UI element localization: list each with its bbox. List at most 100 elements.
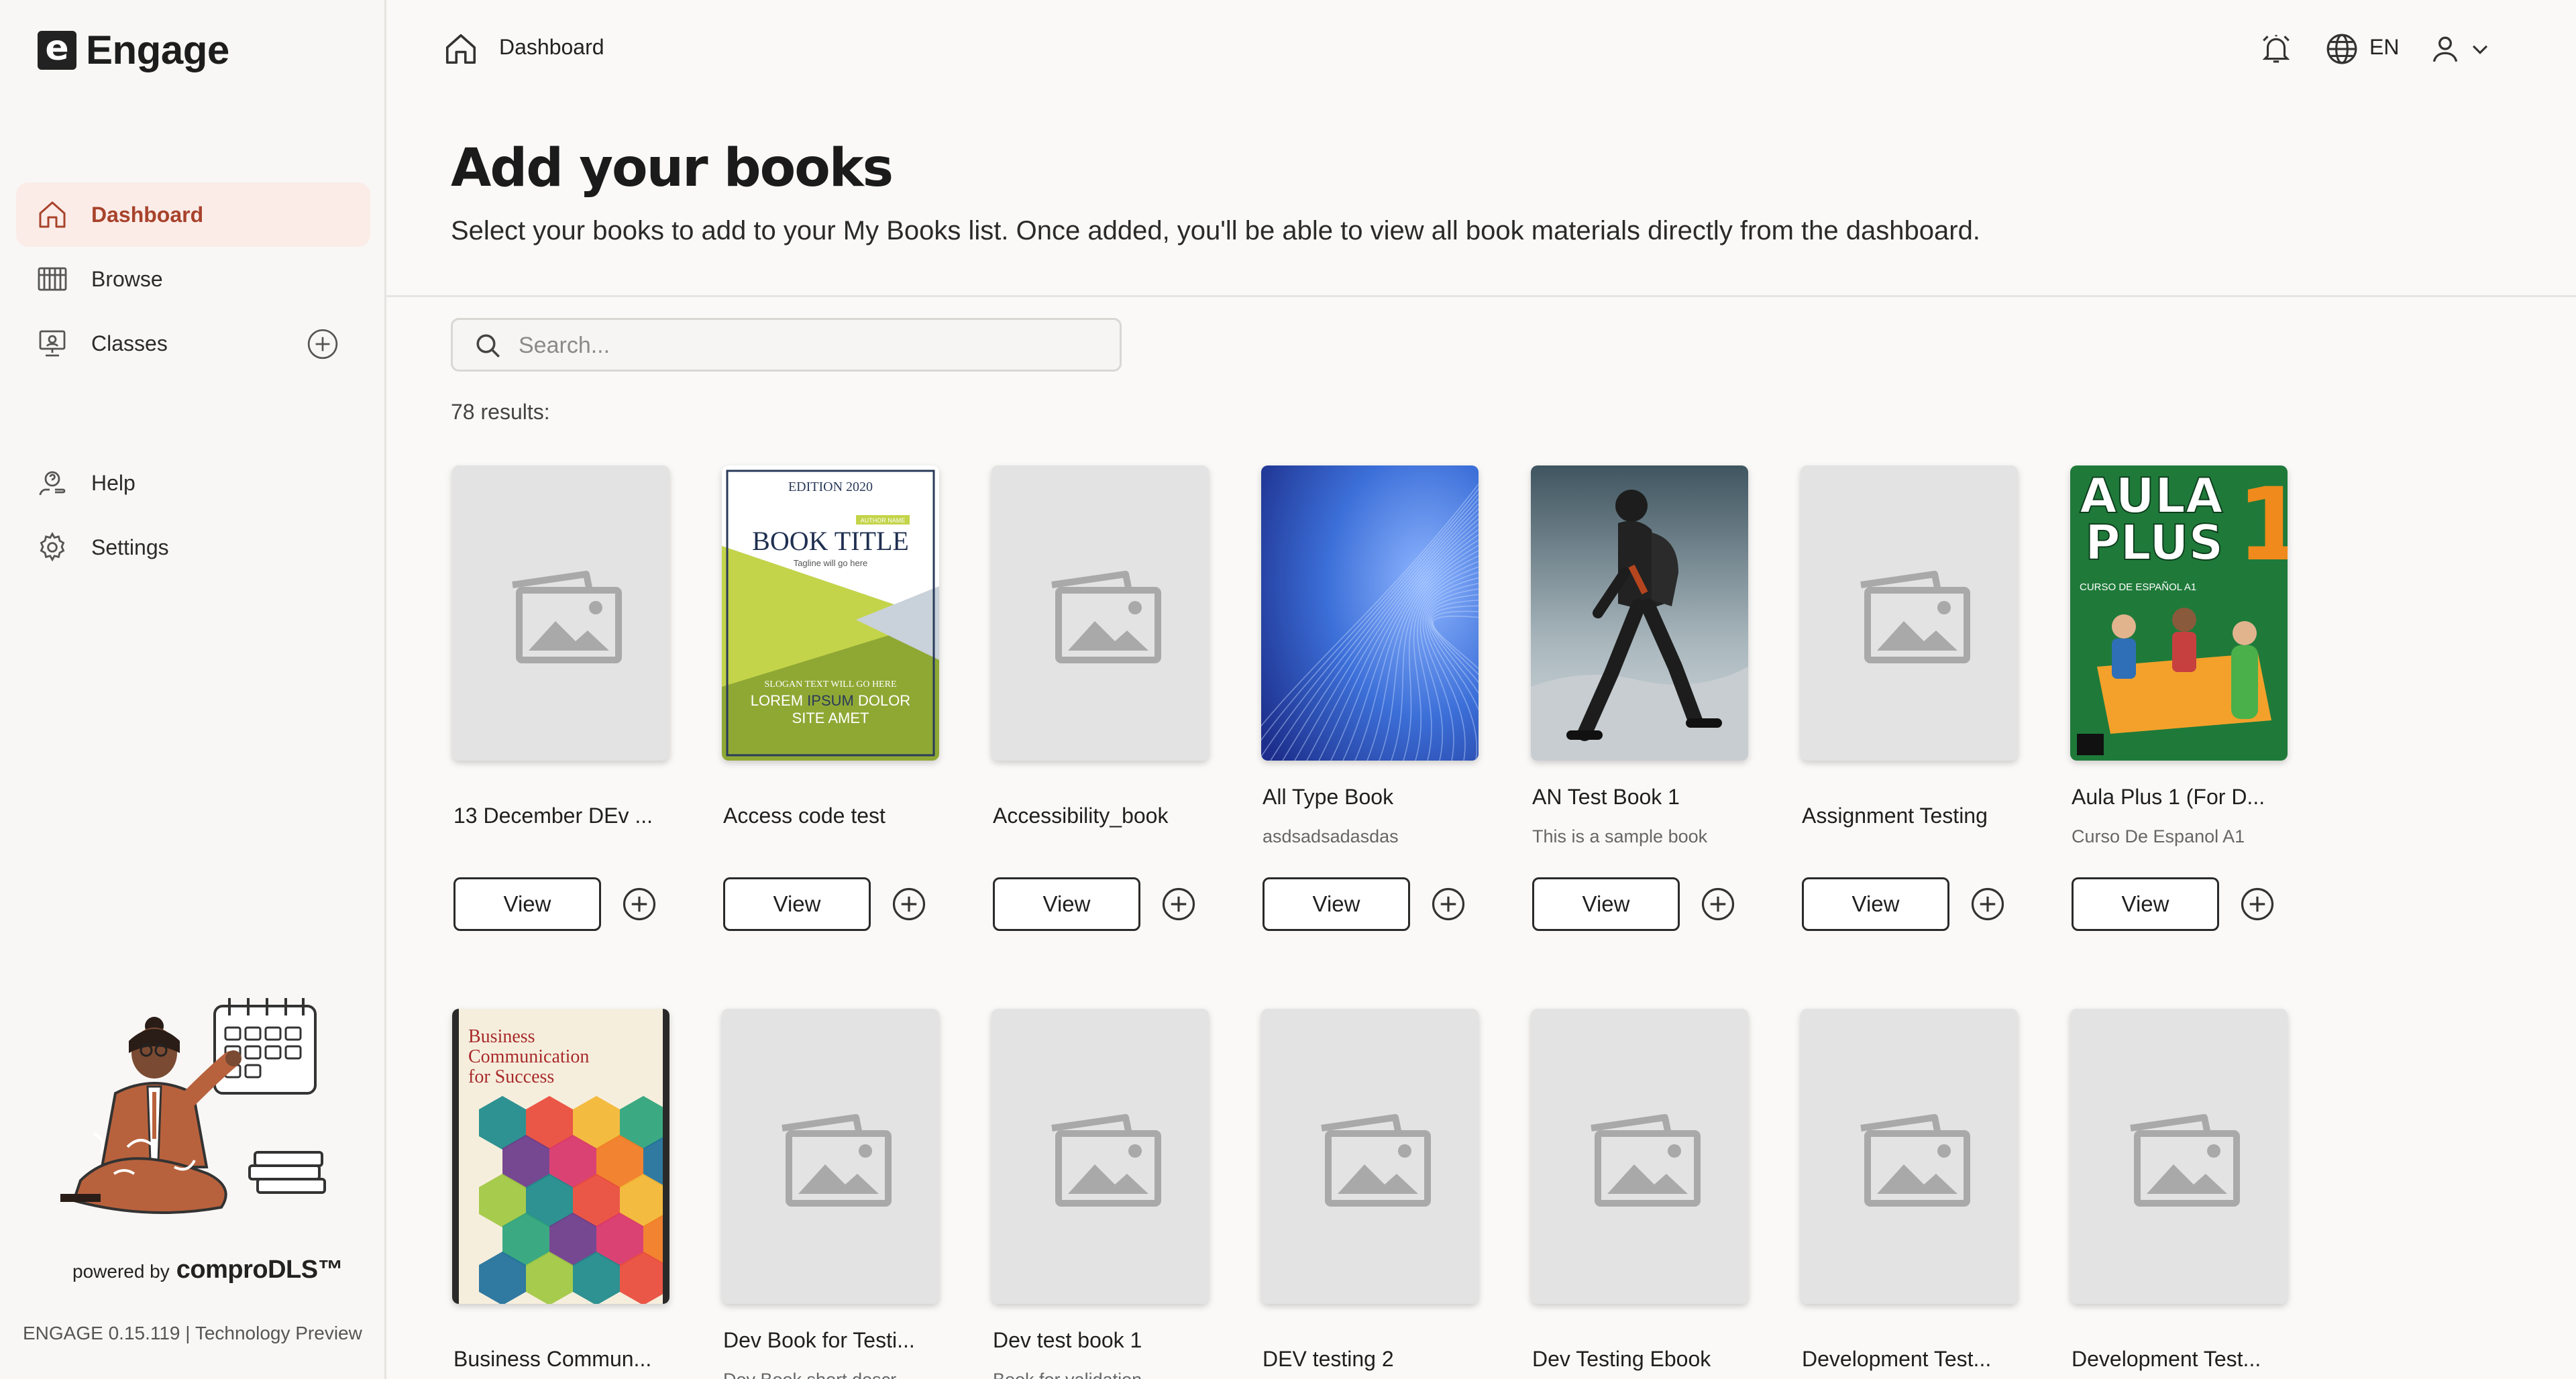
view-button[interactable]: View — [723, 877, 871, 931]
book-description: Dev Book short descr... — [723, 1370, 945, 1379]
book-description: Book for validation — [993, 1370, 1214, 1379]
sidebar-item-dashboard[interactable]: Dashboard — [16, 182, 370, 247]
view-button[interactable]: View — [2072, 877, 2219, 931]
book-title: All Type Book — [1263, 785, 1394, 809]
page-title: Add your books — [451, 138, 894, 199]
image-placeholder-icon — [1261, 1009, 1479, 1304]
add-book-icon[interactable] — [1970, 886, 2006, 922]
svg-text:SLOGAN TEXT WILL GO HERE: SLOGAN TEXT WILL GO HERE — [764, 679, 896, 690]
sidebar-item-help[interactable]: Help — [16, 451, 370, 515]
book-cover[interactable] — [2070, 1009, 2288, 1304]
book-cover[interactable]: EDITION 2020 AUTHOR NAME BOOK TITLE Tagl… — [722, 465, 939, 761]
app-logo[interactable]: e Engage — [38, 27, 229, 73]
book-description: This is a sample book — [1532, 826, 1708, 846]
sidebar-item-classes[interactable]: Classes — [16, 311, 370, 376]
book-cover[interactable] — [1261, 465, 1479, 761]
search-icon — [476, 334, 500, 357]
book-title: 13 December DEv ... — [453, 804, 653, 828]
book-title: Accessibility_book — [993, 804, 1169, 828]
image-placeholder-icon — [991, 465, 1209, 761]
image-placeholder-icon — [1531, 1009, 1748, 1304]
svg-text:LOREM IPSUM DOLOR: LOREM IPSUM DOLOR — [751, 692, 910, 709]
sidebar: e Engage Dashboard Browse Classes Help S… — [0, 0, 386, 1379]
svg-text:for Success: for Success — [468, 1066, 554, 1087]
book-title: Development Test... — [2072, 1347, 2261, 1371]
image-placeholder-icon — [722, 1009, 939, 1304]
globe-icon[interactable] — [2325, 32, 2359, 66]
add-book-icon[interactable] — [1161, 886, 1197, 922]
book-title: AN Test Book 1 — [1532, 785, 1680, 809]
home-icon[interactable] — [443, 31, 479, 67]
home-icon — [39, 201, 66, 228]
page-subtitle: Select your books to add to your My Book… — [451, 216, 1980, 245]
svg-text:PLUS: PLUS — [2085, 514, 2223, 571]
book-description: asdsadsadasdas — [1263, 826, 1399, 846]
image-placeholder-icon — [991, 1009, 1209, 1304]
image-placeholder-icon — [2070, 1009, 2288, 1304]
sidebar-item-label: Classes — [91, 331, 168, 355]
book-title: Dev Book for Testi... — [723, 1328, 915, 1352]
logo-mark: e — [38, 30, 76, 70]
book-cover[interactable] — [452, 465, 669, 761]
breadcrumb[interactable]: Dashboard — [499, 35, 604, 60]
chevron-down-icon[interactable] — [2469, 38, 2491, 60]
classroom-icon — [39, 330, 66, 357]
book-title: Assignment Testing — [1802, 804, 1988, 828]
add-book-icon[interactable] — [1430, 886, 1466, 922]
svg-text:CURSO DE ESPAÑOL A1: CURSO DE ESPAÑOL A1 — [2080, 582, 2196, 593]
book-description: Curso De Espanol A1 — [2072, 826, 2245, 846]
book-cover[interactable] — [722, 1009, 939, 1304]
language-selector[interactable]: EN — [2369, 35, 2399, 60]
book-title: Aula Plus 1 (For D... — [2072, 785, 2265, 809]
sidebar-item-label: Settings — [91, 535, 169, 559]
add-book-icon[interactable] — [1700, 886, 1736, 922]
book-cover[interactable] — [1261, 1009, 1479, 1304]
add-book-icon[interactable] — [891, 886, 927, 922]
search-box[interactable] — [451, 318, 1122, 372]
image-placeholder-icon — [1801, 465, 2018, 761]
image-placeholder-icon — [452, 465, 669, 761]
view-button[interactable]: View — [1532, 877, 1680, 931]
svg-text:SITE AMET: SITE AMET — [792, 710, 869, 726]
sidebar-item-browse[interactable]: Browse — [16, 247, 370, 311]
sidebar-item-label: Help — [91, 470, 136, 495]
book-cover[interactable] — [1531, 465, 1748, 761]
view-button[interactable]: View — [993, 877, 1140, 931]
book-cover[interactable] — [1801, 1009, 2018, 1304]
view-button[interactable]: View — [453, 877, 601, 931]
view-button[interactable]: View — [1263, 877, 1410, 931]
powered-by-label: powered by — [72, 1261, 170, 1282]
book-cover[interactable] — [1801, 465, 2018, 761]
gear-icon — [40, 532, 65, 562]
add-book-icon[interactable] — [2239, 886, 2275, 922]
book-cover[interactable] — [991, 1009, 1209, 1304]
view-button[interactable]: View — [1802, 877, 1949, 931]
book-cover[interactable] — [991, 465, 1209, 761]
book-title: Dev Testing Ebook — [1532, 1347, 1711, 1371]
library-icon — [38, 267, 67, 291]
book-title: Dev test book 1 — [993, 1328, 1142, 1352]
add-book-icon[interactable] — [621, 886, 657, 922]
sidebar-item-settings[interactable]: Settings — [16, 515, 370, 580]
book-title: Business Commun... — [453, 1347, 652, 1371]
teacher-illustration — [60, 998, 326, 1214]
help-icon — [39, 471, 66, 496]
alarm-bell-icon[interactable] — [2259, 32, 2293, 66]
svg-text:Tagline will go here: Tagline will go here — [794, 558, 868, 568]
svg-text:Business: Business — [468, 1026, 535, 1047]
book-cover[interactable]: Business Communication for Success — [452, 1009, 669, 1304]
image-placeholder-icon — [1801, 1009, 2018, 1304]
divider — [386, 295, 2576, 297]
powered-by: powered by comproDLS™ — [72, 1256, 343, 1284]
svg-text:AUTHOR NAME: AUTHOR NAME — [861, 517, 906, 524]
add-class-icon[interactable] — [306, 327, 339, 361]
book-cover[interactable]: AULA PLUS 1 CURSO DE ESPAÑOL A1 — [2070, 465, 2288, 761]
book-title: Access code test — [723, 804, 885, 828]
search-input[interactable] — [519, 327, 1095, 364]
book-cover[interactable] — [1531, 1009, 1748, 1304]
version-label: ENGAGE 0.15.119 | Technology Preview — [23, 1323, 362, 1343]
svg-text:EDITION 2020: EDITION 2020 — [788, 480, 873, 494]
user-icon[interactable] — [2428, 32, 2462, 66]
svg-text:BOOK TITLE: BOOK TITLE — [752, 526, 909, 556]
sidebar-item-label: Dashboard — [91, 202, 204, 227]
